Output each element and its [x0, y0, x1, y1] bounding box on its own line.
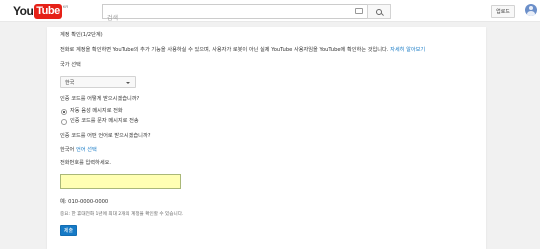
country-select[interactable]: 한국: [60, 76, 136, 88]
logo-you-text: You: [13, 4, 34, 18]
search-input[interactable]: [103, 12, 343, 25]
phone-note: 중요: 한 휴대전화 1년에 최대 2개의 계정을 확인할 수 있습니다.: [60, 212, 184, 217]
language-question: 인증 코드를 어떤 언어로 받으시겠습니까?: [60, 133, 151, 139]
method-sms-label[interactable]: 인증 코드를 문자 메시지로 전송: [70, 118, 139, 125]
search-box: [102, 4, 367, 25]
top-bar: You Tube KR 업로드: [0, 0, 540, 25]
country-label: 국가 선택: [60, 62, 81, 68]
language-row: 한국어 언어 선택: [60, 147, 97, 154]
method-sms-radio[interactable]: [61, 119, 67, 125]
language-value: 한국어: [60, 147, 75, 153]
description-text: 전화로 계정을 확인하면 YouTube의 추가 기능을 사용하실 수 있으며,…: [60, 47, 425, 54]
avatar[interactable]: [525, 4, 537, 16]
description-body: 전화로 계정을 확인하면 YouTube의 추가 기능을 사용하실 수 있으며,…: [60, 47, 389, 53]
search-icon: [376, 8, 382, 15]
method-voice-label[interactable]: 자동 음성 메시지로 전화: [70, 108, 123, 115]
search-button[interactable]: [367, 4, 391, 19]
country-select-value: 한국: [65, 80, 75, 86]
phone-example: 예: 010-0000-0000: [60, 199, 109, 205]
logo-tube-text: Tube: [34, 4, 62, 19]
method-question: 인증 코드를 어떻게 받으시겠습니까?: [60, 96, 140, 102]
method-voice-radio[interactable]: [61, 109, 67, 115]
youtube-logo[interactable]: You Tube KR: [13, 4, 68, 19]
language-change-link[interactable]: 언어 선택: [76, 147, 97, 153]
phone-field[interactable]: [60, 174, 181, 196]
page-title: 계정 확인(1/2단계): [60, 32, 103, 38]
upload-button[interactable]: 업로드: [491, 5, 515, 18]
phone-prompt: 전화번호를 입력하세요.: [60, 160, 112, 166]
submit-button[interactable]: 제출: [60, 225, 77, 236]
phone-input[interactable]: [61, 182, 180, 196]
learn-more-link[interactable]: 자세히 알아보기: [390, 47, 425, 53]
keyboard-icon[interactable]: [355, 8, 363, 14]
logo-region-text: KR: [62, 4, 69, 9]
chevron-down-icon: [126, 82, 130, 84]
